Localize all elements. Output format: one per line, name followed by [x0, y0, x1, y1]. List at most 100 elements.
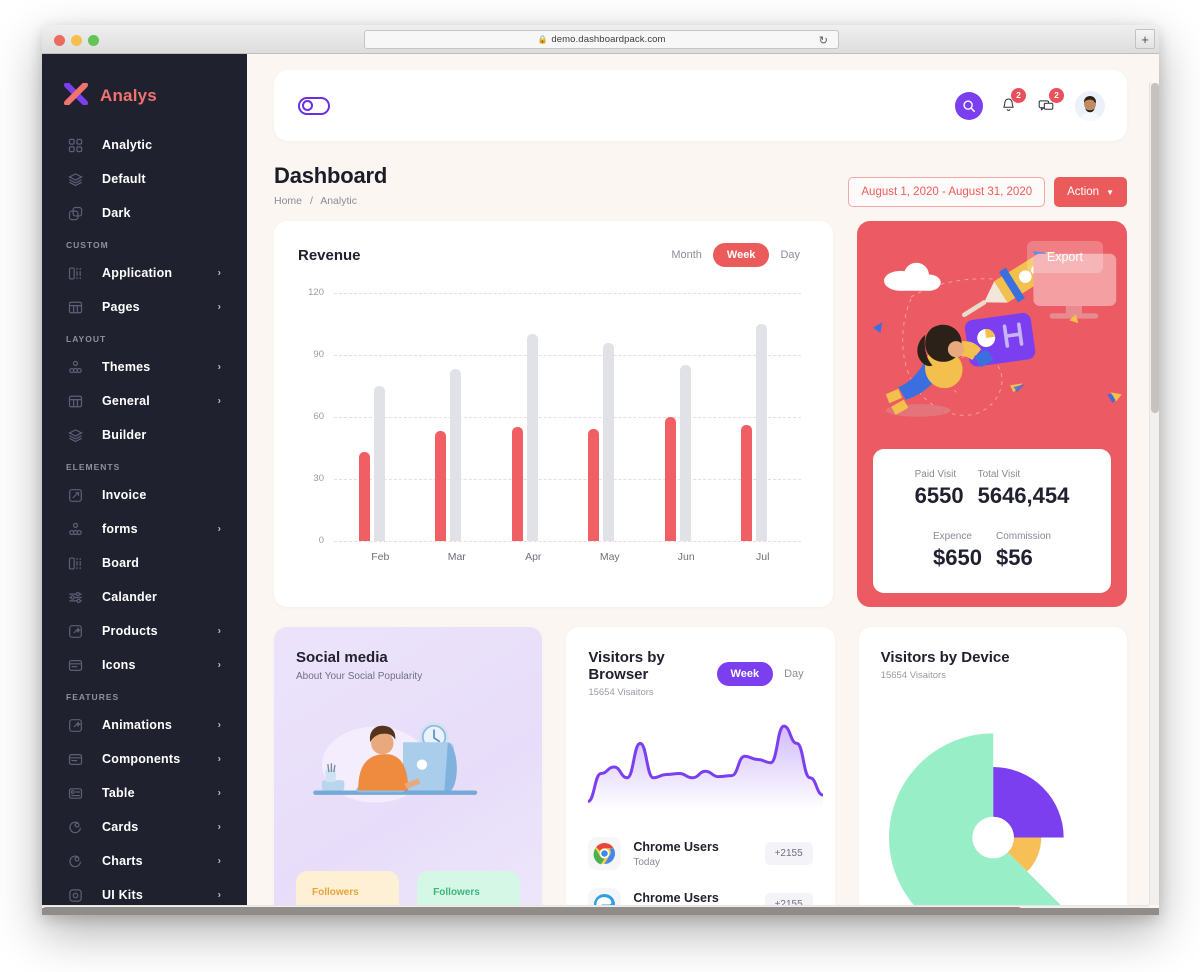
date-range-picker[interactable]: August 1, 2020 - August 31, 2020 [848, 177, 1046, 207]
sidebar-item-forms[interactable]: forms › [42, 512, 247, 546]
sidebar-item-label: Board [102, 556, 140, 570]
message-badge: 2 [1049, 87, 1064, 103]
new-tab-button[interactable]: + [1135, 29, 1155, 49]
y-axis-tick: 30 [313, 473, 324, 484]
sidebar-item-application[interactable]: Application › [42, 256, 247, 290]
revenue-tab-week[interactable]: Week [712, 243, 770, 267]
stat-label: Total Visit [977, 469, 1021, 480]
sidebar-item-table[interactable]: Table › [42, 776, 247, 810]
y-axis-tick: 90 [313, 349, 324, 360]
sidebar-item-label: Analytic [102, 138, 153, 152]
chevron-right-icon: › [217, 267, 221, 279]
bar-current-feb [358, 452, 370, 541]
minimize-window-button[interactable] [71, 35, 82, 46]
avatar[interactable] [1075, 90, 1105, 121]
breadcrumb-home[interactable]: Home [274, 195, 302, 207]
bar-group: Jun [648, 293, 725, 563]
sidebar-item-animations[interactable]: Animations › [42, 708, 247, 742]
sidebar-item-board[interactable]: Board [42, 546, 247, 580]
copy-icon [66, 204, 84, 222]
stat-value: 6550 [914, 483, 964, 508]
sidebar-item-cards[interactable]: Cards › [42, 810, 247, 844]
stat-total-visit: Total Visit 5646,454 [978, 469, 1070, 509]
promo-card: Export Paid Visit 6550 Total Visit 5646,4… [857, 221, 1127, 607]
chevron-right-icon: › [217, 753, 221, 765]
sidebar-item-pages[interactable]: Pages › [42, 290, 247, 324]
bar-previous-may [603, 342, 615, 541]
sidebar-item-label: forms [102, 522, 138, 536]
revenue-bar-chart: 120 90 60 30 0 Feb Mar Apr May Jun Jul [298, 287, 809, 573]
sidebar-item-products[interactable]: Products › [42, 614, 247, 648]
close-window-button[interactable] [54, 35, 65, 46]
bar-plot-area: Feb Mar Apr May Jun Jul [342, 293, 802, 563]
chevron-right-icon: › [217, 659, 221, 671]
browser-range-tabs: Week Day [716, 661, 813, 686]
x-axis-tick: Jun [677, 551, 695, 563]
sidebar-item-label: General [102, 394, 150, 408]
messages-button[interactable]: 2 [1033, 87, 1064, 119]
bar-current-may [588, 429, 600, 541]
layers-icon [66, 170, 84, 188]
bar-group: Feb [342, 293, 419, 563]
sidebar-item-default[interactable]: Default [42, 162, 247, 196]
bar-group: Jul [725, 293, 802, 563]
browser-tab-day[interactable]: Day [775, 662, 813, 686]
bar-previous-apr [526, 334, 538, 541]
browser-card-subtitle: 15654 Visaitors [588, 687, 654, 698]
chevron-right-icon: › [217, 523, 221, 535]
dashboard-row-1: Revenue Month Week Day 120 90 60 30 0 Feb Mar Apr… [274, 221, 1127, 607]
social-media-card: Social media About Your Social Popularit… [274, 627, 543, 915]
grid-icon [66, 136, 84, 154]
revenue-card: Revenue Month Week Day 120 90 60 30 0 Feb Mar Apr… [274, 221, 833, 607]
action-button[interactable]: Action ▼ [1054, 177, 1127, 207]
sidebar-section-features: FEATURES [66, 692, 120, 702]
sidebar-item-label: Themes [102, 360, 151, 374]
sidebar-section-layout: LAYOUT [66, 334, 107, 344]
sidebar-item-builder[interactable]: Builder [42, 418, 247, 452]
topbar-actions: 2 2 [955, 87, 1105, 121]
sidebar-nav: Analytic Default Dark CUSTOM Application › Pag… [42, 128, 247, 912]
breadcrumb-current: Analytic [320, 195, 357, 207]
sidebar-item-label: Pages [102, 300, 140, 314]
sidebar-item-icons[interactable]: Icons › [42, 648, 247, 682]
sidebar-item-charts[interactable]: Charts › [42, 844, 247, 878]
sidebar-item-label: Default [102, 172, 146, 186]
chevron-right-icon: › [217, 821, 221, 833]
maximize-window-button[interactable] [88, 35, 99, 46]
browser-usage-row[interactable]: Chrome Users Today +2155 [588, 837, 813, 870]
sidebar-item-analytic[interactable]: Analytic [42, 128, 247, 162]
sidebar-item-general[interactable]: General › [42, 384, 247, 418]
card-icon [66, 852, 84, 870]
x-logo-icon [64, 81, 90, 110]
notifications-button[interactable]: 2 [995, 87, 1026, 119]
browser-tab-week[interactable]: Week [716, 661, 774, 686]
sidebar-item-label: Invoice [102, 488, 147, 502]
sidebar-item-components[interactable]: Components › [42, 742, 247, 776]
pie-slice-desktop [992, 767, 1064, 838]
sidebar-item-invoice[interactable]: Invoice [42, 478, 247, 512]
sidebar-item-calander[interactable]: Calander [42, 580, 247, 614]
brand[interactable]: Analys [42, 70, 247, 112]
search-icon[interactable] [955, 91, 983, 120]
sidebar-item-label: Table [102, 786, 135, 800]
browser-window: 🔒 demo.dashboardpack.com ↻ + Analys Anal… [42, 25, 1159, 915]
address-bar[interactable]: 🔒 demo.dashboardpack.com ↻ [364, 30, 839, 49]
export-button[interactable]: Export [1026, 241, 1103, 273]
stat-paid-visit: Paid Visit 6550 [915, 469, 964, 509]
kit-icon [66, 886, 84, 904]
sidebar-item-themes[interactable]: Themes › [42, 350, 247, 384]
vertical-scrollbar[interactable] [1149, 83, 1159, 905]
revenue-tab-month[interactable]: Month [662, 243, 711, 267]
bar-previous-mar [450, 369, 462, 541]
revenue-card-header: Revenue Month Week Day [298, 243, 809, 267]
toggle-switch-icon[interactable] [298, 96, 330, 115]
browser-period: Today [633, 856, 661, 868]
vertical-scrollbar-thumb[interactable] [1151, 83, 1159, 413]
sidebar-item-label: Cards [102, 820, 139, 834]
gridline [334, 541, 801, 542]
sidebar-item-dark[interactable]: Dark [42, 196, 247, 230]
chrome-icon [588, 837, 622, 870]
revenue-tab-day[interactable]: Day [771, 243, 809, 267]
reload-icon[interactable]: ↻ [819, 34, 828, 47]
x-axis-tick: Mar [447, 551, 466, 563]
